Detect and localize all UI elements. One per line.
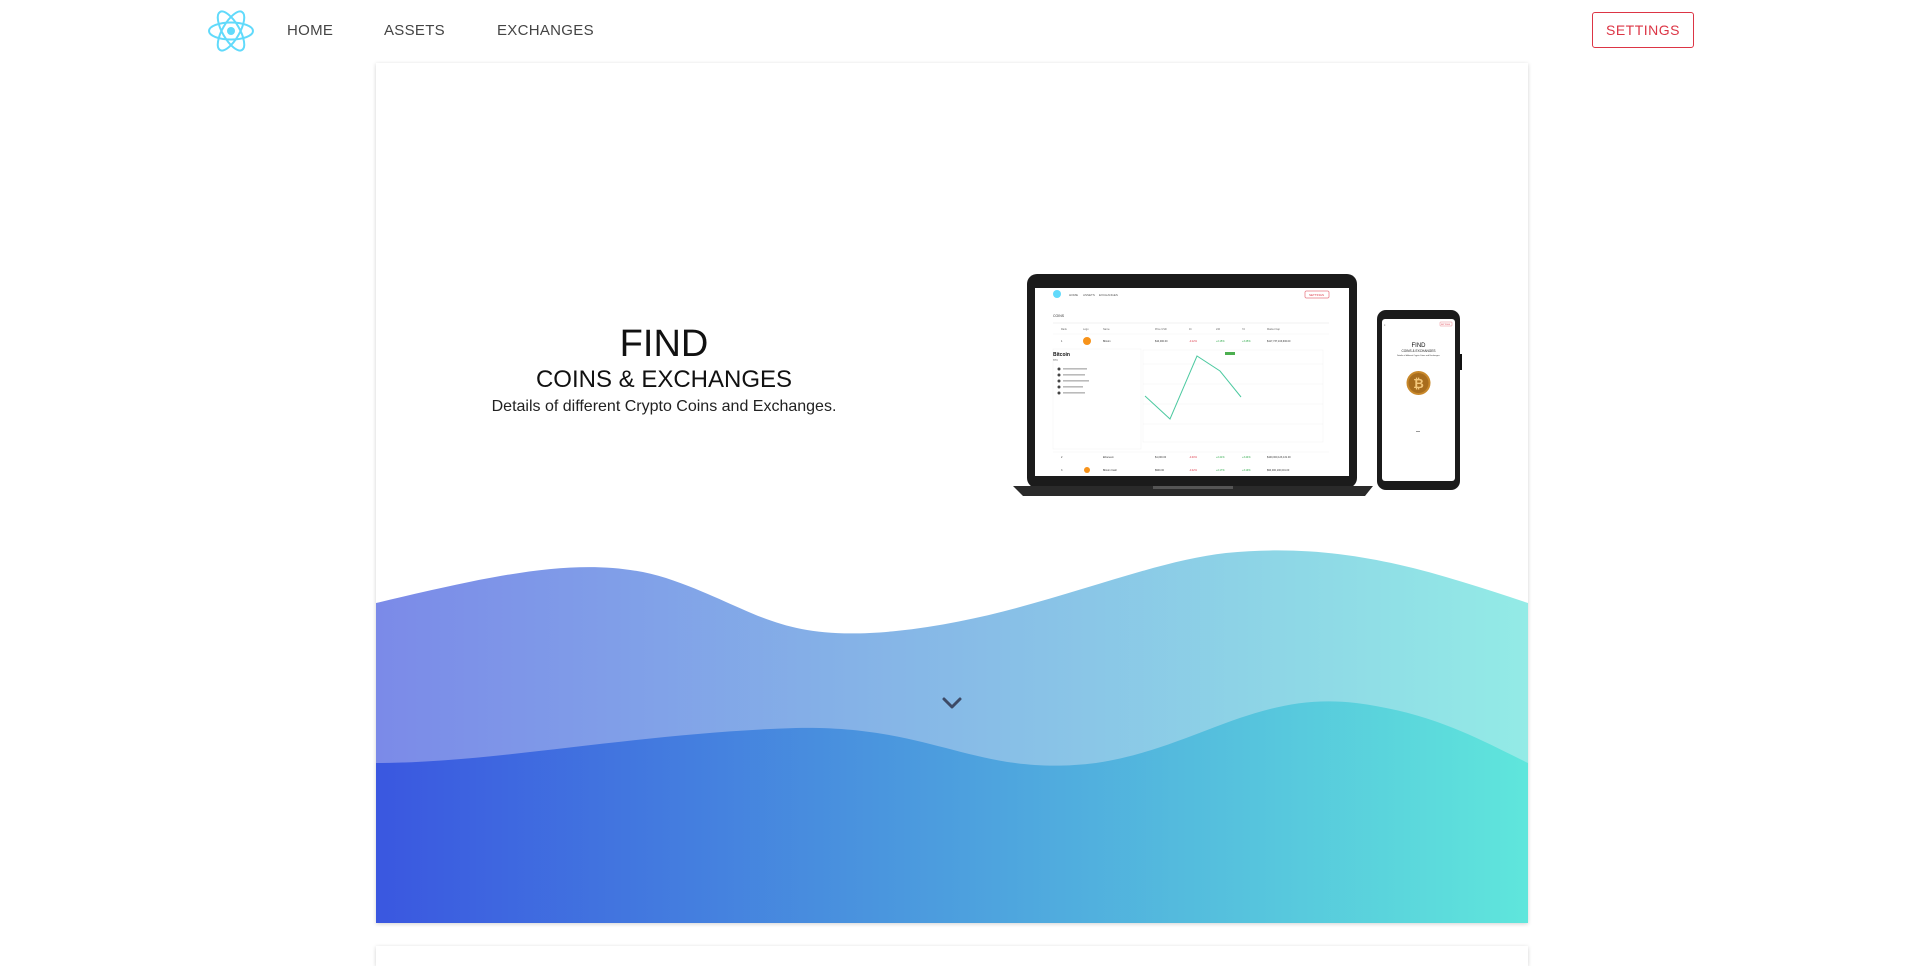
laptop-settings: SETTINGS <box>1309 293 1324 297</box>
svg-text:-0.12%: -0.12% <box>1189 340 1198 343</box>
svg-text:Ethereum: Ethereum <box>1103 456 1114 459</box>
svg-text:$90,000,100,001.00: $90,000,100,001.00 <box>1267 469 1290 472</box>
laptop-detail-title: Bitcoin <box>1053 352 1070 358</box>
laptop-mockup: HOME ASSETS EXCHANGES SETTINGS COINS Ran… <box>1013 274 1373 496</box>
svg-text:24h: 24h <box>1216 328 1221 331</box>
navbar: HOME ASSETS EXCHANGES SETTINGS <box>0 0 1906 62</box>
phone-description: Details of different Crypto Coins and Ex… <box>1397 354 1441 357</box>
laptop-nav-home: HOME <box>1069 293 1078 297</box>
svg-text:Price USD: Price USD <box>1155 328 1167 331</box>
phone-coin-glyph: ₿ <box>1413 376 1424 391</box>
svg-text:Logo: Logo <box>1083 328 1089 331</box>
hero-text: FIND COINS & EXCHANGES Details of differ… <box>376 323 952 419</box>
phone-settings: SETTINGS <box>1441 324 1451 326</box>
svg-text:Bitcoin: Bitcoin <box>1103 340 1111 343</box>
svg-text:+3.44%: +3.44% <box>1242 456 1251 459</box>
react-atom-icon[interactable] <box>207 7 255 55</box>
phone-subtitle: COINS & EXCHANGES <box>1401 349 1435 353</box>
svg-text:Name: Name <box>1103 328 1110 331</box>
next-section-card <box>376 946 1528 966</box>
svg-text:Rank: Rank <box>1061 328 1068 331</box>
svg-text:-0.42%: -0.42% <box>1189 469 1198 472</box>
nav-link-home[interactable]: HOME <box>287 22 333 39</box>
svg-text:Market Cap: Market Cap <box>1267 328 1281 331</box>
svg-text:+2.15%: +2.15% <box>1216 340 1225 343</box>
hero-card: FIND COINS & EXCHANGES Details of differ… <box>376 63 1528 923</box>
svg-text:Bitcoin Cash: Bitcoin Cash <box>1103 469 1118 472</box>
device-mockup: HOME ASSETS EXCHANGES SETTINGS COINS Ran… <box>1013 274 1462 496</box>
laptop-nav-assets: ASSETS <box>1083 293 1095 297</box>
hero-subtitle: COINS & EXCHANGES <box>535 366 793 393</box>
svg-text:$1,000.00: $1,000.00 <box>1155 456 1167 459</box>
nav-link-exchanges[interactable]: EXCHANGES <box>497 22 594 39</box>
laptop-section-label: COINS <box>1053 314 1065 318</box>
svg-text:+3.45%: +3.45% <box>1242 340 1251 343</box>
nav-link-assets[interactable]: ASSETS <box>384 22 445 39</box>
hero-description: Details of different Crypto Coins and Ex… <box>491 398 837 415</box>
laptop-nav-exchanges: EXCHANGES <box>1099 293 1118 297</box>
svg-text:-0.40%: -0.40% <box>1189 456 1198 459</box>
svg-text:$100,000,123,131.00: $100,000,123,131.00 <box>1267 456 1291 459</box>
laptop-detail-symbol: BTC <box>1053 359 1058 362</box>
svg-text:$900.00: $900.00 <box>1155 469 1165 472</box>
svg-text:$117,737,103,600.00: $117,737,103,600.00 <box>1267 340 1291 343</box>
svg-text:+2.17%: +2.17% <box>1216 469 1225 472</box>
chevron-down-icon[interactable] <box>940 695 964 711</box>
hero-title: FIND <box>619 323 709 365</box>
settings-button[interactable]: SETTINGS <box>1592 12 1694 48</box>
svg-text:+3.19%: +3.19% <box>1242 469 1251 472</box>
phone-mockup: ≡ SETTINGS FIND COINS & EXCHANGES Detail… <box>1377 310 1462 490</box>
svg-text:$10,000.00: $10,000.00 <box>1155 340 1168 343</box>
svg-text:+2.41%: +2.41% <box>1216 456 1225 459</box>
